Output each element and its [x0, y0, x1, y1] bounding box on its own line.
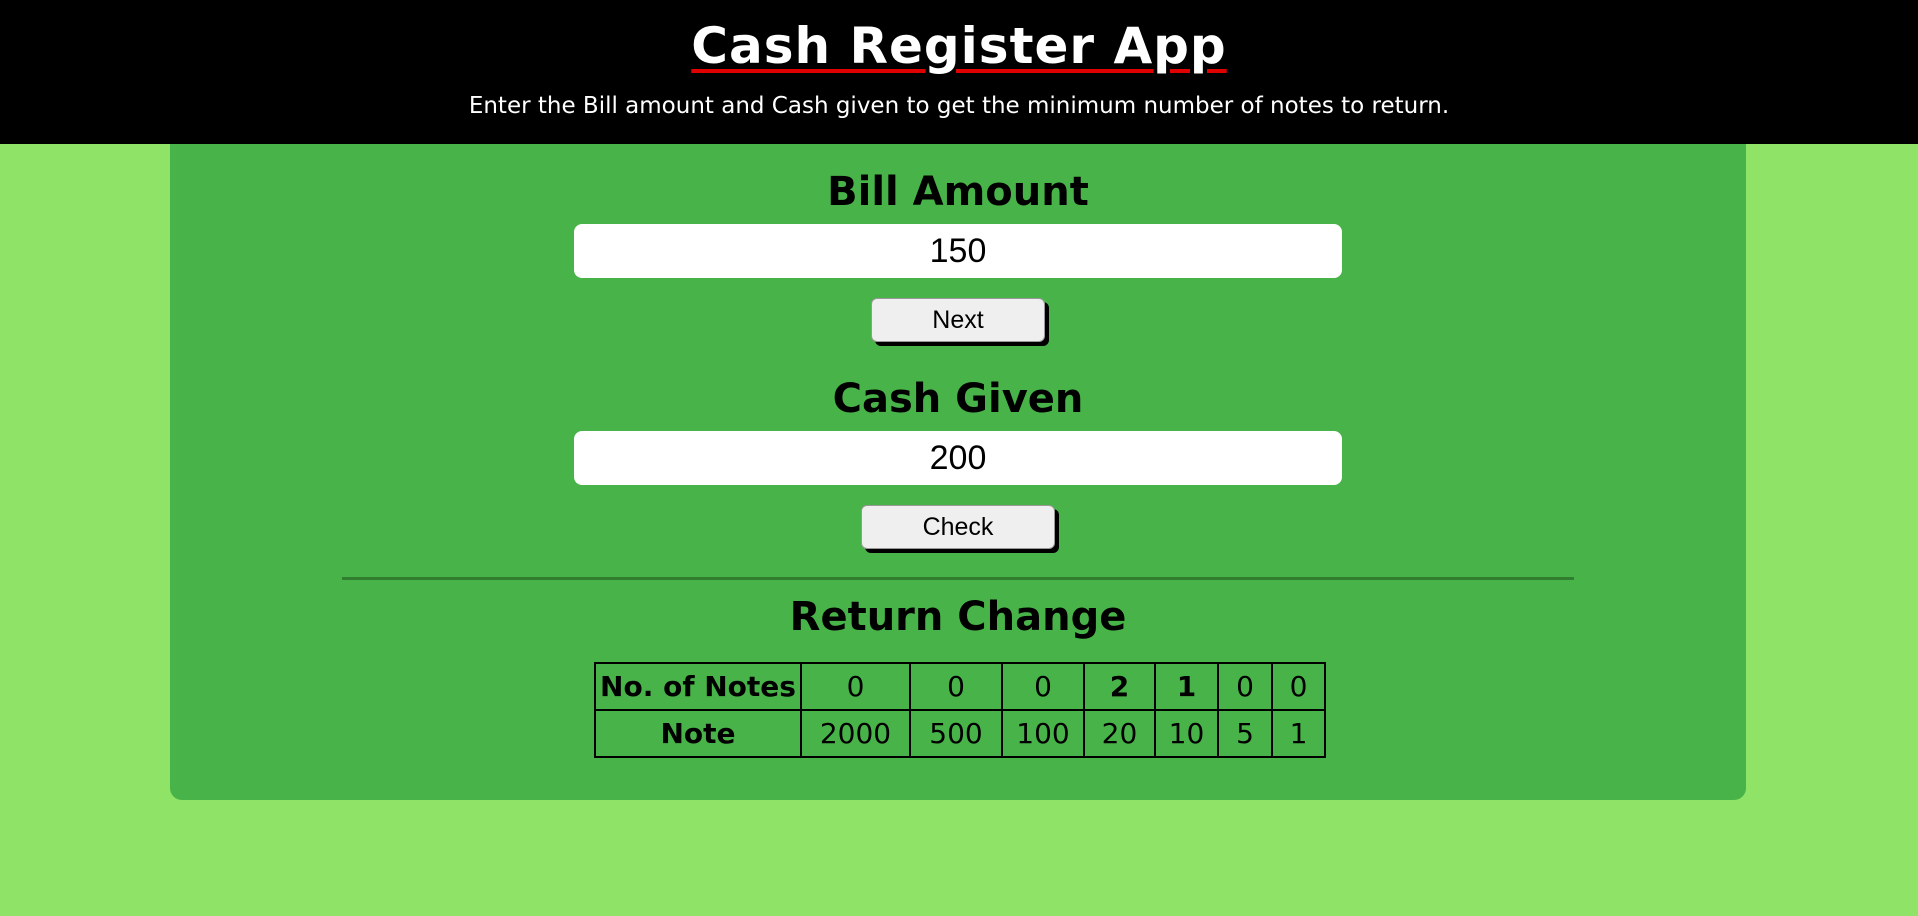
app-title-text: Cash Register App [691, 17, 1227, 75]
note-cell: 5 [1217, 709, 1273, 758]
return-change-heading: Return Change [789, 594, 1127, 640]
note-cell: 10 [1154, 709, 1219, 758]
register-card: Bill Amount Next Cash Given Check Return… [170, 144, 1746, 800]
app-title: Cash Register App [0, 14, 1918, 78]
bill-amount-label: Bill Amount [827, 169, 1089, 215]
notes-count-cell: 0 [1217, 662, 1273, 711]
note-cell: 1 [1271, 709, 1326, 758]
notes-count-cell: 1 [1154, 662, 1219, 711]
notes-count-row: No. of Notes 0 0 0 2 1 0 0 [594, 662, 1326, 711]
notes-count-cell: 0 [909, 662, 1003, 711]
notes-count-cell: 0 [800, 662, 911, 711]
notes-count-cell: 0 [1001, 662, 1085, 711]
notes-count-cell: 0 [1271, 662, 1326, 711]
note-header: Note [594, 709, 802, 758]
app-subtitle: Enter the Bill amount and Cash given to … [468, 93, 1450, 119]
notes-count-cell: 2 [1083, 662, 1156, 711]
note-cell: 500 [909, 709, 1003, 758]
section-divider [342, 577, 1574, 580]
return-change-table: No. of Notes 0 0 0 2 1 0 0 Note 2000 500… [594, 662, 1326, 758]
note-denomination-row: Note 2000 500 100 20 10 5 1 [594, 709, 1326, 758]
notes-count-header: No. of Notes [594, 662, 802, 711]
check-button[interactable]: Check [861, 505, 1055, 549]
bill-amount-input[interactable] [574, 224, 1342, 278]
note-cell: 2000 [800, 709, 911, 758]
next-button[interactable]: Next [871, 298, 1045, 342]
note-cell: 20 [1083, 709, 1156, 758]
cash-given-label: Cash Given [832, 376, 1084, 422]
note-cell: 100 [1001, 709, 1085, 758]
cash-given-input[interactable] [574, 431, 1342, 485]
app-header: Cash Register App Enter the Bill amount … [0, 0, 1918, 144]
